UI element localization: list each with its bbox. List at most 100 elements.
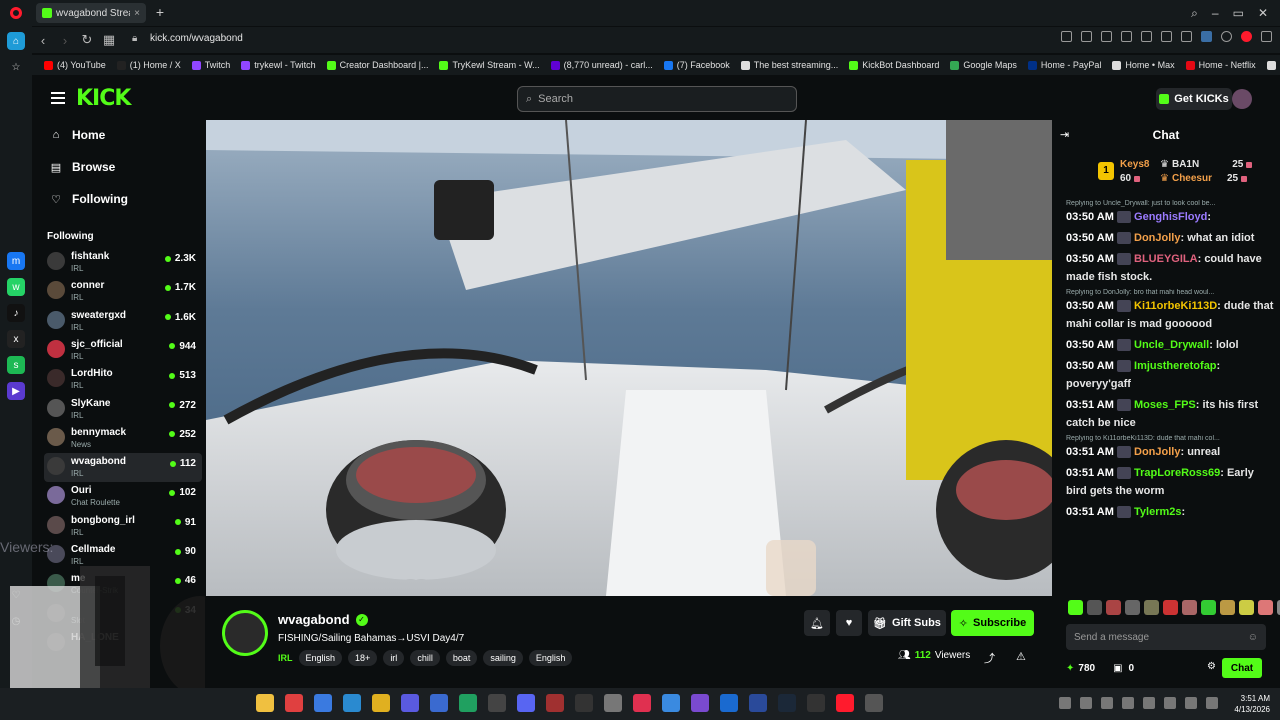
tag-chill[interactable]: chill [410,650,440,666]
emote-icon[interactable] [1182,600,1197,615]
message-username[interactable]: BLUEYGILA [1134,253,1198,265]
menu-icon[interactable] [1181,31,1192,42]
sidebar-item-browse[interactable]: ▤ Browse [50,160,116,174]
spotify-icon[interactable]: s [7,356,25,374]
tab-close-icon[interactable]: × [134,8,140,19]
message-username[interactable]: DonJolly [1134,232,1180,244]
speed-dial-icon[interactable]: ▦ [98,32,120,48]
message-username[interactable]: Imjustheretofap [1134,360,1217,372]
message-username[interactable]: Ki11orbeKi113D [1134,300,1217,312]
chat-message-input[interactable]: Send a message ☺ [1066,624,1266,650]
bookmark-item[interactable]: The best streaming... [740,60,838,70]
browser-tab[interactable]: wvagabond Stream - × [36,3,146,23]
app-icon[interactable] [459,694,477,712]
opera-icon[interactable] [836,694,854,712]
sidebar-channel-conner[interactable]: conner IRL 1.7K [44,277,202,306]
bookmark-item[interactable]: Google Maps [950,60,1017,70]
sidebar-channel-sweatergxd[interactable]: sweatergxd IRL 1.6K [44,307,202,336]
bookmark-item[interactable]: Twitch [191,60,230,70]
sidebar-channel-sjc_official[interactable]: sjc_official IRL 944 [44,336,202,365]
message-username[interactable]: GenghisFloyd [1134,211,1207,223]
bookmark-item[interactable]: (4) YouTube [44,60,106,70]
tag-18[interactable]: 18+ [348,650,378,666]
app-icon[interactable] [285,694,303,712]
tray-icon[interactable] [1059,697,1071,709]
message-username[interactable]: DonJolly [1134,446,1180,458]
emote-icon[interactable] [1068,600,1083,615]
leaderboard-entry[interactable]: ♛ Cheesur 25 [1160,173,1248,184]
cube-icon[interactable] [1101,31,1112,42]
app-icon[interactable] [575,694,593,712]
app-icon[interactable] [720,694,738,712]
bookmark-item[interactable]: Home - Netflix [1185,60,1256,70]
tag-english[interactable]: English [298,650,343,666]
emote-icon[interactable] [1087,600,1102,615]
bookmark-item[interactable]: TryKewl Stream - W... [439,60,540,70]
search-input[interactable]: ⌕ Search [517,86,797,112]
history-icon[interactable]: ◷ [7,612,25,630]
points-balance[interactable]: 0 [1129,663,1135,674]
discord-icon[interactable] [517,694,535,712]
new-tab-button[interactable]: + [152,4,168,20]
bookmark-item[interactable]: (7) Facebook [663,60,730,70]
reply-preview[interactable]: Replying to Ki11orbeKi113D: dude that ma… [1066,435,1274,443]
emote-icon[interactable] [1239,600,1254,615]
app-icon[interactable] [488,694,506,712]
tag-english[interactable]: English [528,650,573,666]
tiktok-icon[interactable]: ♪ [7,304,25,322]
get-kicks-button[interactable]: Get KICKs [1156,88,1232,110]
sidebar-channel-bennymack[interactable]: bennymack News 252 [44,424,202,453]
app-icon[interactable] [865,694,883,712]
emote-icon[interactable] [1220,600,1235,615]
app-icon[interactable] [691,694,709,712]
camera-icon[interactable] [1081,31,1092,42]
bookmark-item[interactable]: Creator Dashboard |... [326,60,428,70]
home-icon[interactable]: ⌂ [7,32,25,50]
emote-icon[interactable] [1258,600,1273,615]
app-icon[interactable] [401,694,419,712]
emote-icon[interactable] [1106,600,1121,615]
sidebar-item-home[interactable]: ⌂ Home [50,128,106,142]
sidebar-channel-Ouri[interactable]: Ouri Chat Roulette 102 [44,482,202,511]
tag-boat[interactable]: boat [445,650,478,666]
download-icon[interactable] [1161,31,1172,42]
sidebar-channel-SlyKane[interactable]: SlyKane IRL 272 [44,395,202,424]
gift-subs-button[interactable]: 🎁︎ Gift Subs [868,610,946,636]
reload-icon[interactable]: ↻ [76,32,98,48]
message-username[interactable]: Moses_FPS [1134,399,1196,411]
kicks-balance[interactable]: 780 [1078,663,1095,674]
chrome-icon[interactable] [372,694,390,712]
minimize-icon[interactable]: – [1212,6,1219,20]
report-icon[interactable]: ⚠ [1016,650,1026,663]
emote-icon[interactable] [1144,600,1159,615]
app-icon[interactable] [662,694,680,712]
tray-icon[interactable] [1101,697,1113,709]
emote-icon[interactable] [1163,600,1178,615]
message-username[interactable]: TrapLoreRoss69 [1134,467,1220,479]
menu-icon[interactable] [51,92,65,104]
file-explorer-icon[interactable] [256,694,274,712]
profile-icon[interactable] [1201,31,1212,42]
whatsapp-icon[interactable]: w [7,278,25,296]
bookmark-item[interactable]: KickBot Dashboard [849,60,939,70]
app-icon[interactable] [633,694,651,712]
message-username[interactable]: Uncle_Drywall [1134,339,1209,351]
settings-gear-icon[interactable]: ⚙ [1207,661,1216,672]
category-link[interactable]: IRL [278,650,293,666]
reply-preview[interactable]: Replying to DonJolly: bro that mahi head… [1066,289,1274,297]
user-avatar[interactable] [1232,89,1252,109]
tray-icon[interactable] [1164,697,1176,709]
close-window-icon[interactable]: ✕ [1258,6,1268,20]
messenger-icon[interactable]: m [7,252,25,270]
vpn-icon[interactable] [1221,31,1232,42]
emoji-icon[interactable]: ☺ [1248,632,1258,643]
video-player[interactable] [206,120,1052,596]
reply-preview[interactable]: Replying to Uncle_Drywall: just to look … [1066,200,1274,208]
emote-icon[interactable] [1125,600,1140,615]
app-icon[interactable] [546,694,564,712]
sidebar-channel-me[interactable]: me Counter-Strik 46 [44,570,202,599]
system-clock[interactable]: 3:51 AM 4/13/2026 [1234,693,1270,715]
sidebar-channel-wvagabond[interactable]: wvagabond IRL 112 [44,453,202,483]
sidebar-channel-LordHito[interactable]: LordHito IRL 513 [44,365,202,394]
tag-irl[interactable]: irl [383,650,405,666]
